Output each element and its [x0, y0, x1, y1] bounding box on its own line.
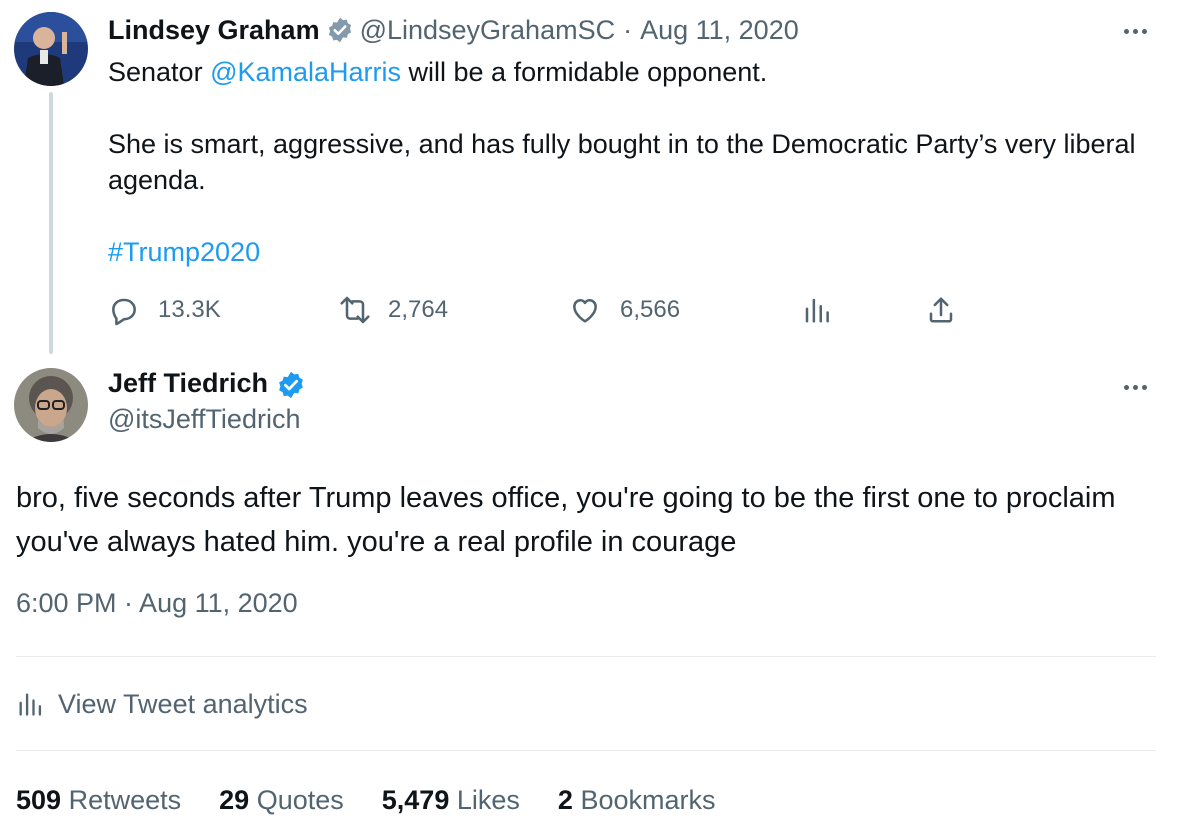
meta-separator: ·: [623, 14, 633, 45]
views-button[interactable]: [802, 290, 832, 330]
retweet-button[interactable]: 2,764: [336, 290, 448, 330]
stat-bookmarks[interactable]: 2 Bookmarks: [558, 785, 716, 816]
thread-connector-line: [49, 92, 53, 354]
mention-link[interactable]: @KamalaHarris: [210, 57, 401, 87]
divider-bottom: [16, 750, 1156, 751]
quoted-author-handle[interactable]: @LindseyGrahamSC: [360, 15, 616, 46]
main-author-name-row: Jeff Tiedrich: [108, 368, 310, 399]
quoted-text-trail: will be a formidable opponent.: [401, 57, 768, 87]
share-icon: [929, 297, 953, 323]
verified-badge-icon: [276, 370, 304, 398]
verified-badge-icon: [326, 16, 354, 44]
stat-label: Retweets: [68, 784, 182, 815]
quoted-paragraph-2: She is smart, aggressive, and has fully …: [108, 129, 1136, 195]
engagement-stats: 509 Retweets 29 Quotes 5,479 Likes 2 Boo…: [16, 780, 753, 820]
main-more-icon[interactable]: [1124, 385, 1147, 390]
quoted-tweet-body: Senator @KamalaHarris will be a formidab…: [108, 54, 1148, 270]
stat-label: Bookmarks: [580, 784, 716, 815]
avatar-lindsey-graham[interactable]: [14, 12, 88, 86]
view-analytics-button[interactable]: View Tweet analytics: [16, 684, 308, 724]
stat-value: 5,479: [381, 784, 450, 815]
stat-label: Likes: [456, 784, 520, 815]
main-tweet-text: bro, five seconds after Trump leaves off…: [16, 482, 1116, 558]
stat-value: 29: [219, 784, 250, 815]
reply-icon: [112, 298, 136, 326]
avatar-jeff-tiedrich[interactable]: [14, 368, 88, 442]
stat-label: Quotes: [256, 784, 344, 815]
like-button[interactable]: 6,566: [568, 290, 680, 330]
quoted-paragraph-1: Senator @KamalaHarris will be a formidab…: [108, 54, 1148, 90]
quoted-action-bar: 13.3K 2,764 6,566: [108, 290, 968, 330]
hashtag-link[interactable]: #Trump2020: [108, 234, 1148, 270]
bar-chart-icon: [19, 693, 42, 716]
quoted-tweet-header: Lindsey Graham @LindseyGrahamSC · Aug 11…: [108, 12, 799, 48]
stat-quotes[interactable]: 29 Quotes: [219, 785, 344, 816]
retweet-count: 2,764: [388, 296, 449, 323]
stat-retweets[interactable]: 509 Retweets: [16, 785, 181, 816]
heart-icon: [573, 299, 597, 323]
stat-likes[interactable]: 5,479 Likes: [382, 785, 520, 816]
quoted-text-lead: Senator: [108, 57, 211, 87]
retweet-icon: [340, 296, 370, 324]
quoted-author-name[interactable]: Lindsey Graham: [108, 15, 320, 46]
like-count: 6,566: [620, 296, 681, 323]
reply-count: 13.3K: [158, 296, 221, 323]
stat-value: 509: [16, 784, 62, 815]
main-author-name[interactable]: Jeff Tiedrich: [108, 368, 268, 399]
quoted-date[interactable]: Aug 11, 2020: [640, 15, 799, 46]
main-tweet-timestamp[interactable]: 6:00 PM · Aug 11, 2020: [16, 588, 298, 619]
share-button[interactable]: [926, 290, 956, 330]
stat-value: 2: [557, 784, 573, 815]
divider-top: [16, 656, 1156, 657]
analytics-label: View Tweet analytics: [58, 688, 308, 719]
quoted-more-icon[interactable]: [1124, 29, 1147, 34]
reply-button[interactable]: 13.3K: [108, 290, 221, 330]
main-author-handle[interactable]: @itsJeffTiedrich: [108, 404, 300, 435]
bar-chart-icon: [805, 298, 829, 323]
